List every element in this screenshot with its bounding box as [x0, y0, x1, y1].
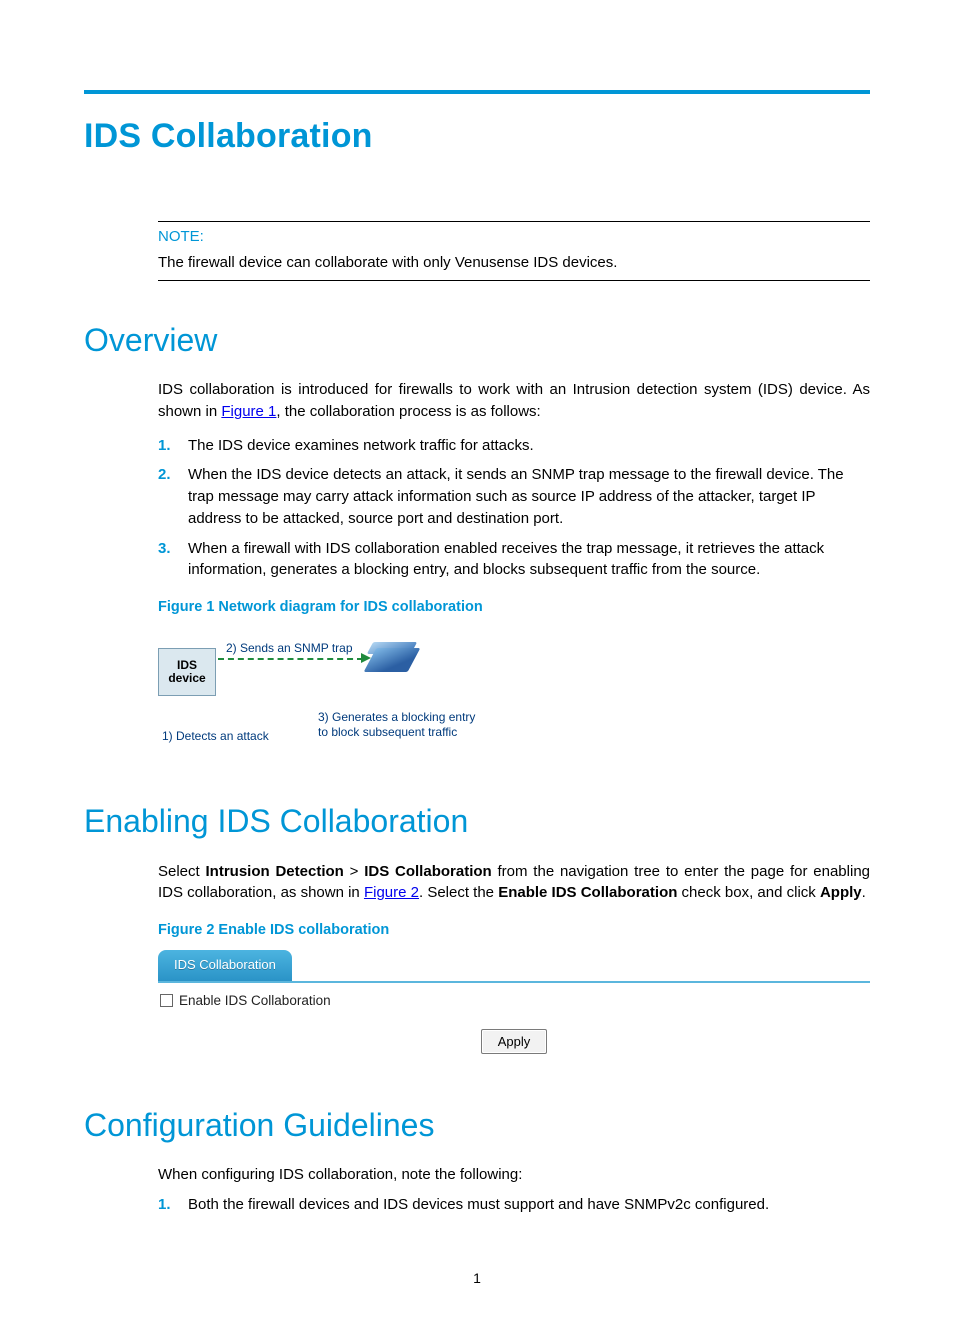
- list-item: 3.When a firewall with IDS collaboration…: [158, 538, 870, 582]
- txt: >: [344, 863, 364, 880]
- apply-row: Apply: [158, 1015, 870, 1054]
- overview-intro-post: , the collaboration process is as follow…: [276, 403, 540, 420]
- snmp-trap-label: 2) Sends an SNMP trap: [226, 640, 353, 657]
- overview-intro: IDS collaboration is introduced for fire…: [158, 379, 870, 423]
- figure-2-link[interactable]: Figure 2: [364, 884, 419, 901]
- page-number: 1: [84, 1268, 870, 1288]
- step-text: When a firewall with IDS collaboration e…: [188, 538, 870, 582]
- figure-2-screenshot: IDS Collaboration Enable IDS Collaborati…: [158, 951, 870, 1054]
- nav-step-2: IDS Collaboration: [364, 863, 491, 880]
- list-item: 2.When the IDS device detects an attack,…: [158, 464, 870, 529]
- enable-heading: Enabling IDS Collaboration: [84, 798, 870, 844]
- list-item: 1.Both the firewall devices and IDS devi…: [158, 1194, 870, 1216]
- step-text: When the IDS device detects an attack, i…: [188, 464, 870, 529]
- guidelines-heading: Configuration Guidelines: [84, 1102, 870, 1148]
- step-number: 2.: [158, 464, 188, 529]
- apply-button[interactable]: Apply: [481, 1029, 548, 1054]
- apply-name: Apply: [820, 884, 862, 901]
- enable-ids-checkbox[interactable]: [160, 994, 173, 1007]
- step-text: Both the firewall devices and IDS device…: [188, 1194, 870, 1216]
- overview-steps: 1.The IDS device examines network traffi…: [158, 435, 870, 582]
- arrow-line: [218, 658, 363, 660]
- tab-ids-collaboration[interactable]: IDS Collaboration: [158, 950, 292, 981]
- note-text: The firewall device can collaborate with…: [158, 252, 870, 274]
- step-number: 1.: [158, 1194, 188, 1216]
- figure-1-link[interactable]: Figure 1: [221, 403, 276, 420]
- enable-ids-checkbox-label: Enable IDS Collaboration: [179, 991, 331, 1011]
- guidelines-intro: When configuring IDS collaboration, note…: [158, 1164, 870, 1186]
- detect-attack-label: 1) Detects an attack: [162, 728, 269, 745]
- note-label: NOTE:: [158, 226, 870, 248]
- top-rule: [84, 90, 870, 94]
- ids-device-box: IDS device: [158, 648, 216, 696]
- nav-step-1: Intrusion Detection: [206, 863, 344, 880]
- figure-1-caption: Figure 1 Network diagram for IDS collabo…: [158, 597, 870, 618]
- txt: .: [862, 884, 866, 901]
- enable-paragraph: Select Intrusion Detection > IDS Collabo…: [158, 861, 870, 905]
- enable-checkbox-name: Enable IDS Collaboration: [498, 884, 677, 901]
- figure-1-diagram: IDS device 2) Sends an SNMP trap 1) Dete…: [158, 628, 870, 768]
- txt: . Select the: [419, 884, 498, 901]
- step-text: The IDS device examines network traffic …: [188, 435, 870, 457]
- step-number: 3.: [158, 538, 188, 582]
- txt: Select: [158, 863, 206, 880]
- figure-2-caption: Figure 2 Enable IDS collaboration: [158, 920, 870, 941]
- note-box: NOTE: The firewall device can collaborat…: [158, 221, 870, 281]
- guidelines-list: 1.Both the firewall devices and IDS devi…: [158, 1194, 870, 1216]
- step-number: 1.: [158, 435, 188, 457]
- page-title: IDS Collaboration: [84, 112, 870, 161]
- router-icon: [370, 642, 414, 678]
- checkbox-row: Enable IDS Collaboration: [158, 983, 870, 1015]
- overview-heading: Overview: [84, 317, 870, 363]
- txt: check box, and click: [677, 884, 820, 901]
- list-item: 1.The IDS device examines network traffi…: [158, 435, 870, 457]
- generate-block-label: 3) Generates a blocking entry to block s…: [318, 710, 488, 740]
- tab-row: IDS Collaboration: [158, 951, 870, 983]
